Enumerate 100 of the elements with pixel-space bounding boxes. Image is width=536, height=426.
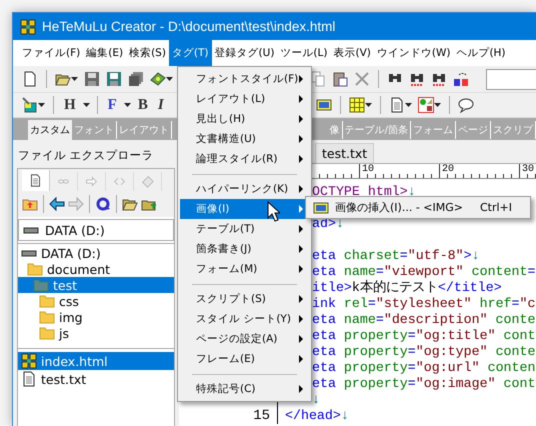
code-line: eta property="og:type" conte: [312, 344, 536, 360]
menu-item[interactable]: フォーム(M): [180, 259, 309, 279]
menu-item[interactable]: 表示(V): [330, 40, 374, 66]
format-button[interactable]: B: [134, 94, 151, 116]
floppy-n-icon: [106, 71, 122, 87]
image-icon: [313, 200, 329, 216]
paint-icon: [22, 97, 38, 113]
tree-item-label: test: [53, 278, 78, 292]
menu-item[interactable]: レイアウト(L): [180, 89, 309, 109]
tree-item[interactable]: img: [18, 309, 174, 325]
code-line: itle>k本的にテスト</title>: [312, 280, 502, 296]
menu-item[interactable]: ヘルプ(H): [453, 40, 509, 66]
file-name: test.txt: [41, 372, 86, 386]
document-icon: [29, 174, 42, 187]
caret-icon: [71, 77, 78, 81]
tree-item-label: css: [59, 294, 79, 308]
menu-item[interactable]: 箇条書き(J): [180, 239, 309, 259]
tree-item-label: js: [59, 326, 69, 340]
copy-icon: [310, 71, 326, 87]
tree-item[interactable]: DATA (D:): [18, 245, 174, 261]
code-line: eta property="og:image" cont: [312, 376, 536, 392]
menu-item[interactable]: タグ(T): [168, 40, 212, 66]
menu-item[interactable]: スクリプト(S): [180, 289, 309, 309]
window-title: HeTeMuLu Creator - D:\document\test\index.html: [42, 19, 336, 34]
file-item[interactable]: test.txt: [18, 370, 174, 388]
menu-item[interactable]: 論理スタイル(R): [180, 149, 309, 169]
code-line: eta name="description" conte: [312, 312, 536, 328]
view-tab[interactable]: [22, 170, 50, 191]
menu-item[interactable]: フォントスタイル(F): [180, 69, 309, 89]
refresh-icon: [95, 196, 111, 212]
tree-item-label: DATA (D:): [41, 246, 101, 260]
arrow-outline-icon: [85, 175, 98, 188]
editor-tab[interactable]: test.txt: [315, 143, 374, 163]
menu-item[interactable]: 検索(S): [126, 40, 169, 66]
replace-icon: [453, 71, 469, 87]
image-icon: [316, 97, 332, 113]
caret-icon: [38, 103, 45, 107]
menu-item[interactable]: フレーム(E): [180, 349, 309, 369]
code-brackets-icon: [113, 175, 126, 188]
tree-item[interactable]: css: [18, 293, 174, 309]
tree-item[interactable]: js: [18, 325, 174, 341]
ruler-label: 10: [362, 164, 374, 175]
forward-arrow-icon: [68, 196, 84, 212]
format-button[interactable]: H: [61, 94, 79, 116]
menu-item[interactable]: ツール(L): [277, 40, 330, 66]
tree-item-label: document: [47, 262, 110, 276]
back-arrow-icon: [49, 196, 65, 212]
folder-icon: [39, 325, 55, 341]
tree-item[interactable]: test: [18, 277, 174, 293]
menu-item[interactable]: ハイパーリンク(K): [180, 179, 309, 199]
caret-icon: [404, 103, 412, 107]
search-field[interactable]: [486, 68, 536, 90]
folder-icon: [39, 309, 55, 325]
form-shapes-icon: [418, 97, 434, 113]
caret-icon: [166, 77, 173, 81]
delete-icon: [354, 71, 370, 87]
floppy-stack-icon: [128, 71, 144, 87]
speech-bubble-icon: [458, 97, 474, 113]
menu-item[interactable]: 編集(E): [83, 40, 126, 66]
binoculars-forward-icon: [431, 71, 447, 87]
document-icon: [388, 97, 405, 113]
mouse-pointer-icon: [267, 201, 280, 222]
ruler-label: 30: [522, 164, 534, 175]
line-number: 15: [253, 408, 270, 424]
app-logo-icon: [20, 18, 36, 34]
menu-item[interactable]: 文書構造(U): [180, 129, 309, 149]
code-line: </head>↓: [285, 408, 349, 424]
menu-item[interactable]: 見出し(H): [180, 109, 309, 129]
menu-item[interactable]: ウインドウ(W): [374, 40, 454, 66]
code-line: ad>↓: [312, 216, 344, 232]
panel-title: ファイル エクスプローラ: [17, 147, 155, 164]
app-logo-icon: [21, 353, 37, 369]
code-line: ink rel="stylesheet" href="c: [312, 296, 536, 312]
table-grid-icon: [348, 97, 365, 113]
menu-item-label: 画像の挿入(I)... - <IMG>: [335, 200, 463, 215]
code-line: eta property="og:url" conten: [312, 360, 536, 376]
menu-item[interactable]: 画像の挿入(I)... - <IMG> Ctrl+I: [306, 200, 530, 216]
code-line: eta name="viewport" content=: [312, 264, 536, 280]
drive-label: DATA (D:): [45, 222, 105, 238]
code-line: ↓: [312, 392, 320, 408]
format-button[interactable]: F: [104, 94, 120, 116]
drive-dropdown[interactable]: DATA (D:): [18, 219, 174, 241]
code-line: eta property="og:title" cont: [312, 328, 536, 344]
form-button[interactable]: [416, 94, 442, 116]
format-button[interactable]: I: [154, 94, 167, 116]
new-file-icon: [22, 71, 38, 87]
menu-item[interactable]: 特殊記号(C): [180, 379, 309, 399]
shortcut-label: Ctrl+I: [480, 201, 512, 214]
menu-item[interactable]: スタイル シート(Y): [180, 309, 309, 329]
binoculars-back-icon: [409, 71, 425, 87]
menu-item[interactable]: 登録タグ(U): [212, 40, 278, 66]
file-item[interactable]: index.html: [18, 352, 174, 370]
palette-tab[interactable]: カスタム: [28, 120, 72, 140]
tree-item[interactable]: document: [18, 261, 174, 277]
folder-selected-icon: [33, 277, 49, 293]
caret-icon: [364, 103, 372, 107]
menu-item[interactable]: ファイル(F): [19, 40, 84, 66]
document-icon: [21, 371, 37, 387]
menu-item[interactable]: テーブル(T): [180, 219, 309, 239]
menu-item[interactable]: ページの設定(A): [180, 329, 309, 349]
